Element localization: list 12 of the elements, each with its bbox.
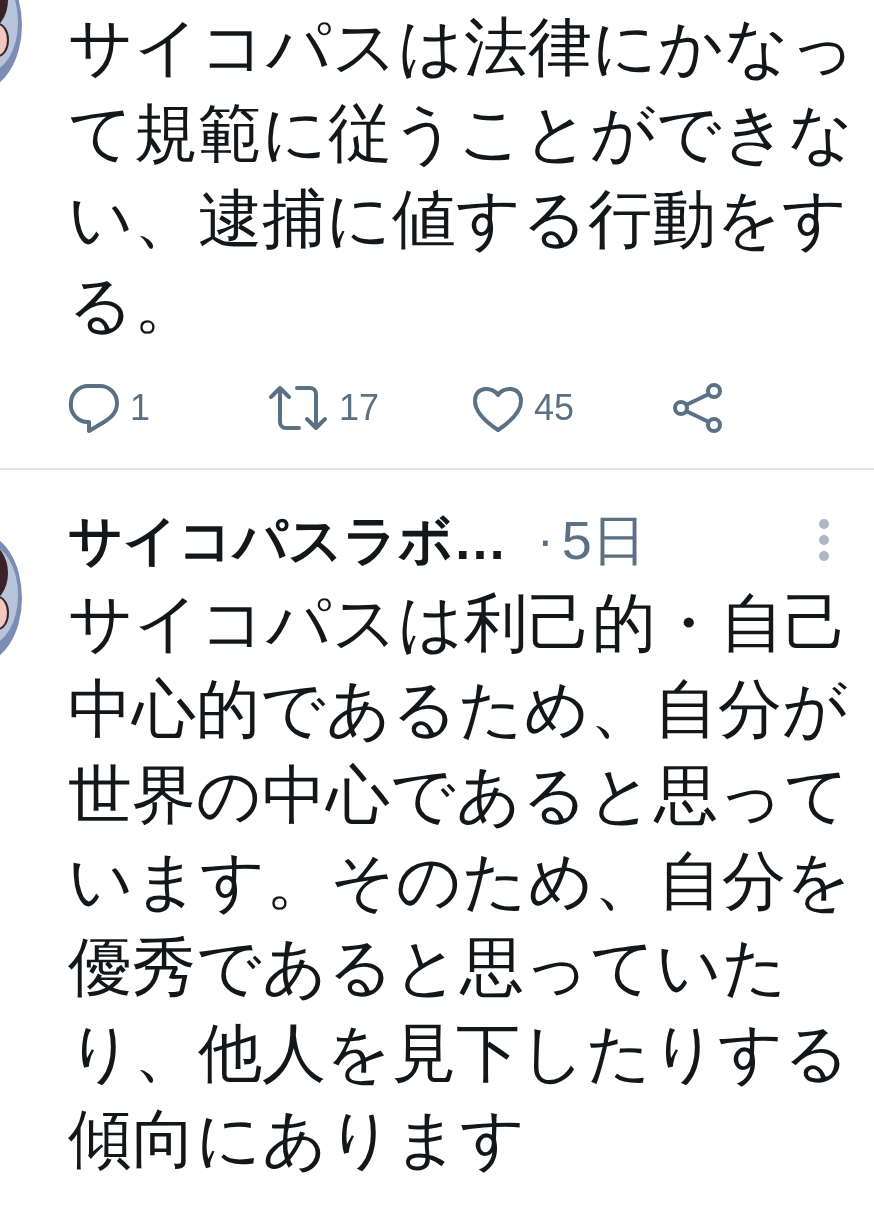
speech-bubble-icon[interactable] bbox=[68, 383, 120, 433]
retweet-icon[interactable] bbox=[267, 384, 329, 432]
reply-count: 1 bbox=[130, 386, 151, 430]
like-count: 45 bbox=[534, 386, 575, 430]
author-name[interactable]: サイコパスラボ… bbox=[68, 499, 507, 581]
timestamp[interactable]: 5日 bbox=[561, 499, 646, 581]
tweet-text: サイコパスは法律にかなって規範に従うことができない、逮捕に値する行動をする。 bbox=[68, 10, 857, 343]
separator-dot: · bbox=[537, 510, 554, 570]
retweet-count: 17 bbox=[339, 386, 380, 430]
heart-icon[interactable] bbox=[472, 384, 524, 432]
share-icon[interactable] bbox=[672, 382, 724, 434]
tweet-text: サイコパスは利己的・自己中心的であるため、自分が世界の中心であると思っています。そのため、自分を優秀であると思っていたり、他人を見下したりする傾向にあります bbox=[68, 586, 853, 1177]
